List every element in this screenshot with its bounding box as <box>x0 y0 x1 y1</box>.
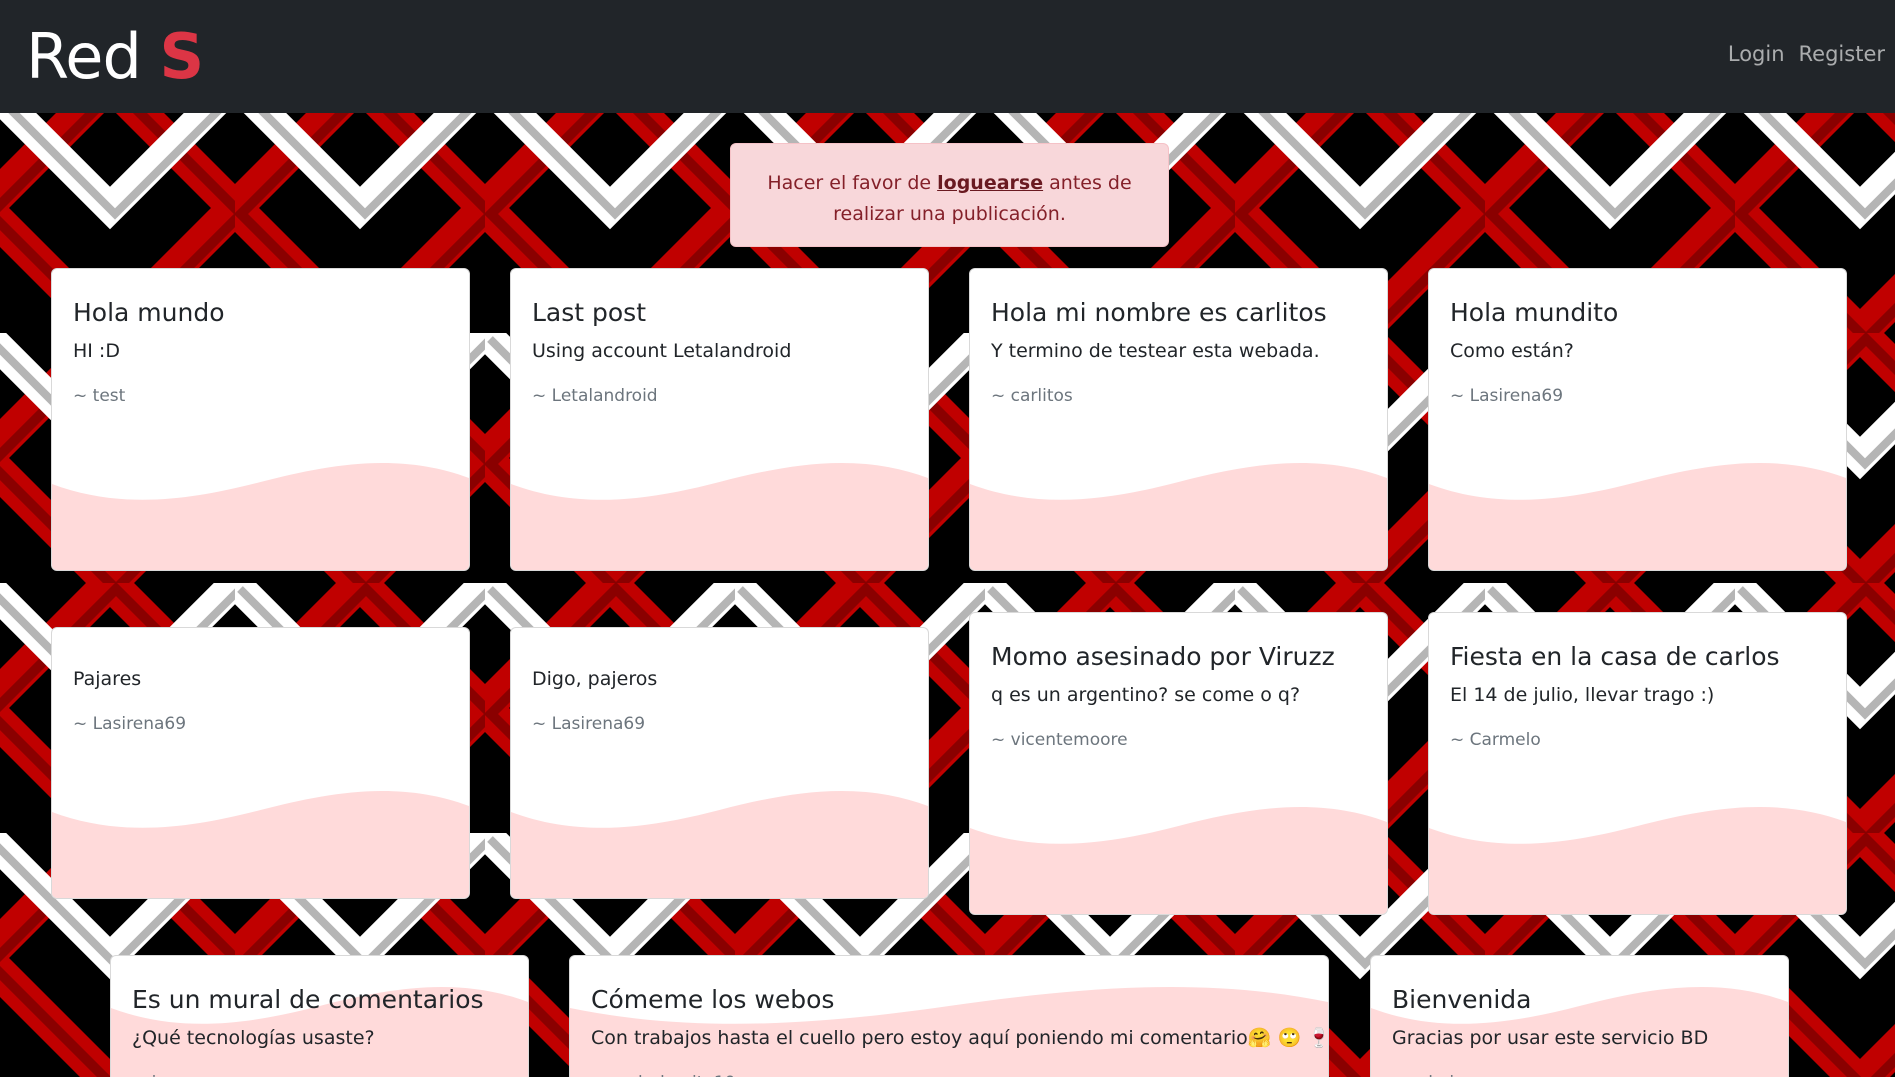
post-title: Hola mundo <box>73 298 225 327</box>
card-body: Es un mural de comentarios ¿Qué tecnologí… <box>132 984 510 1077</box>
post-title: Momo asesinado por Viruzz <box>991 642 1335 671</box>
card-wave-decoration <box>52 790 469 898</box>
card-body: Last post Using account Letalandroid ~ Let… <box>532 297 910 407</box>
post-author: ~ Letalandroid <box>532 386 658 406</box>
post-author: ~ Lasirena69 <box>73 714 187 734</box>
login-link[interactable]: Login <box>1728 42 1785 66</box>
post-author: ~ Carmelo <box>1450 730 1541 750</box>
brand-logo[interactable]: Red S <box>26 20 205 93</box>
post-title: Fiesta en la casa de carlos <box>1450 642 1780 671</box>
post-author: ~ jc <box>132 1072 510 1077</box>
post-title: Bienvenida <box>1392 985 1532 1014</box>
post-text: El 14 de julio, llevar trago :) <box>1450 684 1715 706</box>
alert-text-before: Hacer el favor de <box>767 172 938 194</box>
card-body: Hola mundo HI :D ~ test <box>73 297 451 407</box>
login-alert-link[interactable]: loguearse <box>937 172 1043 194</box>
post-text: ¿Qué tecnologías usaste? <box>132 1027 375 1049</box>
post-title: Cómeme los webos <box>591 985 835 1014</box>
post-text: Pajares <box>73 668 142 690</box>
post-card[interactable]: Cómeme los webos Con trabajos hasta el cu… <box>569 955 1329 1077</box>
card-body: Bienvenida Gracias por usar este servicio… <box>1392 984 1770 1077</box>
post-card[interactable]: Hola mundito Como están? ~ Lasirena69 <box>1428 268 1847 571</box>
post-text: Y termino de testear esta webada. <box>991 340 1320 362</box>
post-card[interactable]: Bienvenida Gracias por usar este servicio… <box>1370 955 1789 1077</box>
post-card[interactable]: Pajares ~ Lasirena69 <box>51 627 470 899</box>
post-text: Gracias por usar este servicio BD <box>1392 1027 1709 1049</box>
card-body: Digo, pajeros ~ Lasirena69 <box>532 656 910 735</box>
post-author: ~ Lasirena69 <box>1450 386 1564 406</box>
brand-accent-letter: S <box>159 20 205 93</box>
post-card[interactable]: Hola mundo HI :D ~ test <box>51 268 470 571</box>
card-body: Cómeme los webos Con trabajos hasta el cu… <box>591 984 1329 1077</box>
post-card[interactable]: Es un mural de comentarios ¿Qué tecnologí… <box>110 955 529 1077</box>
nav-links: Login Register <box>1728 42 1885 66</box>
post-title: Es un mural de comentarios <box>132 985 484 1014</box>
post-text: Con trabajos hasta el cuello pero estoy … <box>591 1027 1329 1049</box>
post-card[interactable]: Fiesta en la casa de carlos El 14 de juli… <box>1428 612 1847 915</box>
post-title: Hola mundito <box>1450 298 1619 327</box>
background-pattern <box>0 113 1895 1077</box>
post-card[interactable]: Hola mi nombre es carlitos Y termino de t… <box>969 268 1388 571</box>
card-wave-decoration <box>1429 462 1846 570</box>
top-navbar: Red S Login Register <box>0 0 1895 113</box>
post-author: ~ poderbonito10 <box>591 1072 1310 1077</box>
post-author: ~ admin <box>1392 1072 1770 1077</box>
card-wave-decoration <box>511 790 928 898</box>
register-link[interactable]: Register <box>1799 42 1885 66</box>
post-author: ~ Lasirena69 <box>532 714 646 734</box>
post-author: ~ test <box>73 386 126 406</box>
post-text: Como están? <box>1450 340 1574 362</box>
post-text: Digo, pajeros <box>532 668 658 690</box>
post-text: HI :D <box>73 340 120 362</box>
card-body: Pajares ~ Lasirena69 <box>73 656 451 735</box>
card-wave-decoration <box>511 462 928 570</box>
post-title: Last post <box>532 298 647 327</box>
post-card[interactable]: Last post Using account Letalandroid ~ Let… <box>510 268 929 571</box>
brand-name: Red <box>26 20 142 93</box>
card-body: Fiesta en la casa de carlos El 14 de juli… <box>1450 641 1828 751</box>
post-text: q es un argentino? se come o q? <box>991 684 1301 706</box>
card-wave-decoration <box>970 806 1387 914</box>
post-text: Using account Letalandroid <box>532 340 792 362</box>
post-author: ~ vicentemoore <box>991 730 1128 750</box>
post-card[interactable]: Momo asesinado por Viruzz q es un argenti… <box>969 612 1388 915</box>
post-card[interactable]: Digo, pajeros ~ Lasirena69 <box>510 627 929 899</box>
card-wave-decoration <box>1429 806 1846 914</box>
card-body: Momo asesinado por Viruzz q es un argenti… <box>991 641 1369 751</box>
post-author: ~ carlitos <box>991 386 1073 406</box>
card-body: Hola mi nombre es carlitos Y termino de t… <box>991 297 1369 407</box>
post-title: Hola mi nombre es carlitos <box>991 298 1327 327</box>
card-wave-decoration <box>970 462 1387 570</box>
login-required-alert: Hacer el favor de loguearse antes de rea… <box>730 143 1169 247</box>
card-wave-decoration <box>52 462 469 570</box>
card-body: Hola mundito Como están? ~ Lasirena69 <box>1450 297 1828 407</box>
